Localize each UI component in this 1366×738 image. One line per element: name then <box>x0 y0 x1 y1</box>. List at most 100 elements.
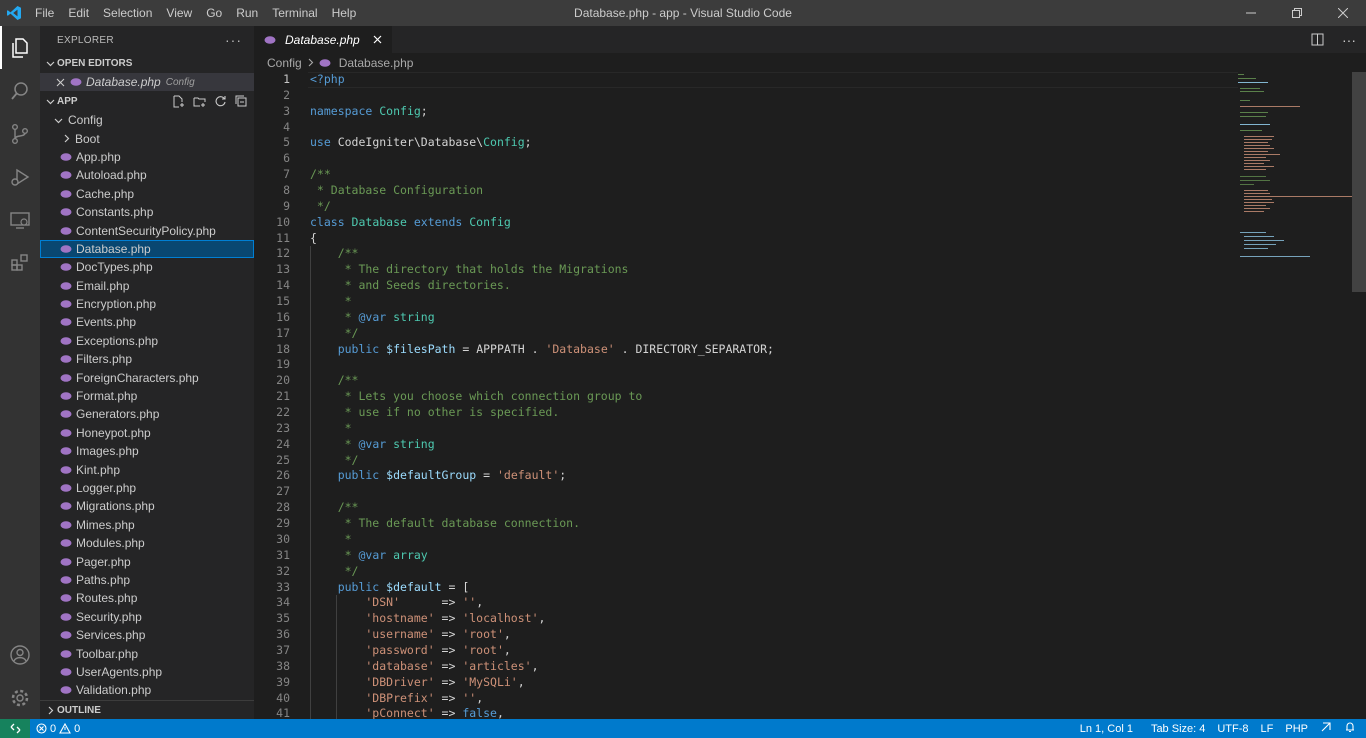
file-item[interactable]: UserAgents.php <box>40 663 254 681</box>
encoding[interactable]: UTF-8 <box>1211 723 1254 735</box>
file-item[interactable]: Exceptions.php <box>40 332 254 350</box>
menu-selection[interactable]: Selection <box>96 0 159 26</box>
manage-activity[interactable] <box>0 676 40 719</box>
file-item[interactable]: Toolbar.php <box>40 644 254 662</box>
php-file-icon <box>60 171 72 180</box>
menu-view[interactable]: View <box>159 0 199 26</box>
code-token: = APPPATH . <box>455 341 546 356</box>
file-item[interactable]: Pager.php <box>40 552 254 570</box>
file-item[interactable]: ContentSecurityPolicy.php <box>40 221 254 239</box>
file-item[interactable]: Email.php <box>40 277 254 295</box>
file-item[interactable]: Logger.php <box>40 479 254 497</box>
file-label: App.php <box>76 149 121 164</box>
code-token: * The directory that holds the Migration… <box>310 262 629 277</box>
file-item[interactable]: Routes.php <box>40 589 254 607</box>
line-number: 27 <box>276 484 290 499</box>
code-line: 37 'password' => 'root', <box>254 642 1366 659</box>
new-folder-icon[interactable] <box>193 95 206 108</box>
scrollbar-thumb[interactable] <box>1352 72 1366 292</box>
menu-edit[interactable]: Edit <box>61 0 96 26</box>
restore-button[interactable] <box>1274 0 1320 26</box>
collapse-all-icon[interactable] <box>235 95 248 108</box>
outline-header[interactable]: OUTLINE <box>40 700 254 719</box>
close-icon[interactable] <box>373 33 382 47</box>
file-item[interactable]: App.php <box>40 148 254 166</box>
app-folder-header[interactable]: APP <box>40 92 254 111</box>
file-label: Services.php <box>76 628 146 643</box>
line-number: 12 <box>276 246 290 261</box>
language-mode[interactable]: PHP <box>1279 723 1314 735</box>
file-item[interactable]: Cache.php <box>40 185 254 203</box>
menu-file[interactable]: File <box>28 0 61 26</box>
tab-size[interactable]: Tab Size: 4 <box>1145 723 1211 735</box>
file-item[interactable]: Encryption.php <box>40 295 254 313</box>
tab-database-php[interactable]: Database.php <box>254 26 392 53</box>
menu-terminal[interactable]: Terminal <box>265 0 324 26</box>
code-token: '' <box>462 595 477 610</box>
file-item[interactable]: Generators.php <box>40 405 254 423</box>
menu-go[interactable]: Go <box>199 0 229 26</box>
folder-config[interactable]: Config <box>40 111 254 129</box>
bell-icon[interactable] <box>1338 721 1366 736</box>
file-label: Autoload.php <box>76 168 147 183</box>
vertical-scrollbar[interactable] <box>1352 72 1366 719</box>
code-token: CodeIgniter\Database\ <box>337 135 484 150</box>
folder-boot[interactable]: Boot <box>40 129 254 147</box>
breadcrumb-file[interactable]: Database.php <box>339 56 414 70</box>
refresh-icon[interactable] <box>214 95 227 108</box>
remote-explorer-activity[interactable] <box>0 198 40 241</box>
end-of-line[interactable]: LF <box>1255 723 1280 735</box>
line-number: 15 <box>276 294 290 309</box>
code-line: 1 <?php <box>254 72 1366 88</box>
more-actions-icon[interactable]: ··· <box>225 32 242 48</box>
code-text: class Database extends Config <box>290 215 511 231</box>
code-editor[interactable]: 1 <?php 2 3 namespace Config; 4 5 use CodeIgnit… <box>254 72 1366 719</box>
file-item[interactable]: Migrations.php <box>40 497 254 515</box>
file-item[interactable]: Validation.php <box>40 681 254 699</box>
file-item[interactable]: Database.php <box>40 239 254 259</box>
minimap[interactable] <box>1236 72 1354 272</box>
file-item[interactable]: Services.php <box>40 626 254 644</box>
file-item[interactable]: Events.php <box>40 313 254 331</box>
remote-indicator[interactable] <box>0 719 30 738</box>
run-debug-activity[interactable] <box>0 155 40 198</box>
open-editor-item[interactable]: Database.php Config <box>40 73 254 91</box>
explorer-activity[interactable] <box>0 26 40 69</box>
accounts-activity[interactable] <box>0 633 40 676</box>
code-token: * The default database connection. <box>310 516 581 531</box>
tab-label: Database.php <box>285 32 360 47</box>
file-item[interactable]: Security.php <box>40 608 254 626</box>
file-item[interactable]: Paths.php <box>40 571 254 589</box>
file-item[interactable]: Honeypot.php <box>40 424 254 442</box>
file-item[interactable]: Mimes.php <box>40 516 254 534</box>
feedback-icon[interactable] <box>1314 721 1338 736</box>
close-icon[interactable] <box>56 78 70 87</box>
new-file-icon[interactable] <box>172 95 185 108</box>
file-item[interactable]: Format.php <box>40 387 254 405</box>
line-number: 2 <box>283 87 290 102</box>
menu-help[interactable]: Help <box>325 0 364 26</box>
split-editor-icon[interactable] <box>1311 33 1324 46</box>
minimize-button[interactable] <box>1228 0 1274 26</box>
file-item[interactable]: Images.php <box>40 442 254 460</box>
file-item[interactable]: Constants.php <box>40 203 254 221</box>
breadcrumb-folder[interactable]: Config <box>267 56 302 70</box>
open-editors-header[interactable]: OPEN EDITORS <box>40 54 254 73</box>
extensions-activity[interactable] <box>0 241 40 284</box>
file-item[interactable]: Modules.php <box>40 534 254 552</box>
cursor-position[interactable]: Ln 1, Col 1 <box>1074 723 1139 735</box>
more-actions-icon[interactable]: ··· <box>1342 32 1356 48</box>
file-item[interactable]: ForeignCharacters.php <box>40 368 254 386</box>
file-item[interactable]: DocTypes.php <box>40 258 254 276</box>
source-control-icon <box>12 123 28 144</box>
window-controls <box>1228 0 1366 26</box>
file-item[interactable]: Filters.php <box>40 350 254 368</box>
problems-indicator[interactable]: 0 0 <box>30 723 86 735</box>
file-item[interactable]: Kint.php <box>40 460 254 478</box>
search-activity[interactable] <box>0 69 40 112</box>
menu-run[interactable]: Run <box>229 0 265 26</box>
close-window-button[interactable] <box>1320 0 1366 26</box>
source-control-activity[interactable] <box>0 112 40 155</box>
file-item[interactable]: Autoload.php <box>40 166 254 184</box>
